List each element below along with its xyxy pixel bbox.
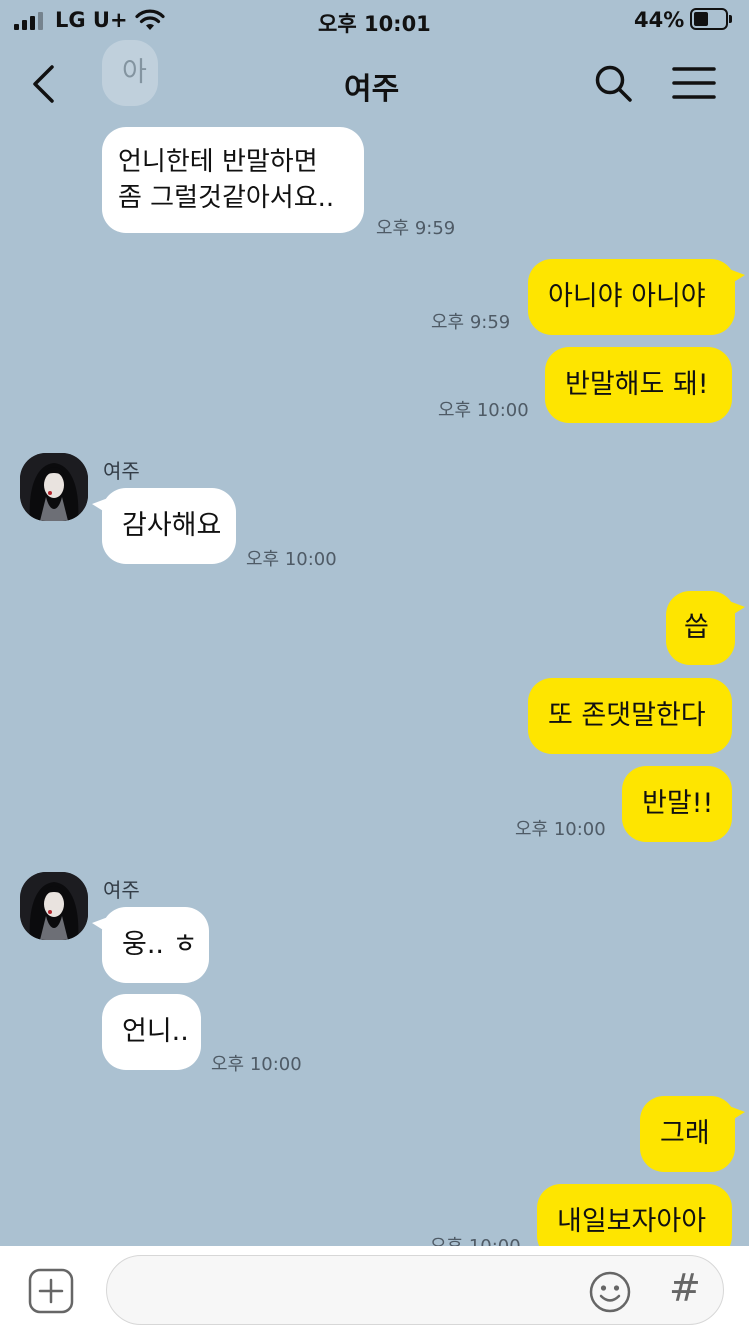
message-text: 언니한테 반말하면 좀 그럴것같아서요.. [118,147,335,213]
emoji-button[interactable] [588,1270,632,1314]
message-time: 오후 10:00 [211,1054,302,1075]
message-time: 오후 10:00 [438,400,529,421]
hashtag-button[interactable]: # [669,1266,701,1310]
message-text: 아 [122,57,147,88]
message-time: 오후 10:00 [246,549,337,570]
message-bubble-outgoing[interactable]: 씁 [666,591,745,665]
smiley-icon [589,1271,631,1313]
menu-icon[interactable] [672,66,716,100]
message-text: 반말!! [642,788,714,819]
chat-title: 여주 [344,72,400,107]
message-text: 아니야 아니야 [548,281,706,312]
battery-percent: 44% [634,8,685,32]
carrier-label: LG U+ [55,8,128,32]
clock: 오후 10:01 [318,12,431,36]
avatar[interactable] [20,453,88,521]
sender-name: 여주 [103,878,140,902]
message-time: 오후 9:59 [376,218,456,239]
plus-square-icon [28,1268,74,1314]
message-bubble-outgoing[interactable]: 반말!! [622,766,732,842]
message-bubble-incoming[interactable]: 웅.. ㅎ [92,907,209,983]
status-bar: LG U+ 오후 10:01 44% [0,0,749,42]
wifi-icon [135,9,165,30]
message-text: 그래 [660,1118,710,1149]
message-bubble-incoming[interactable]: 언니한테 반말하면 좀 그럴것같아서요.. [102,127,364,233]
message-text: 내일보자아아 [557,1206,707,1237]
message-bubble-outgoing[interactable]: 아니야 아니야 [528,259,745,335]
message-time: 오후 10:00 [515,819,606,840]
message-bubble-partial: 아 [102,40,158,106]
message-bubble-outgoing[interactable]: 그래 [640,1096,745,1172]
message-bubble-outgoing[interactable]: 반말해도 돼! [545,347,732,423]
message-bubble-incoming[interactable]: 언니.. [102,994,201,1070]
message-bubble-incoming[interactable]: 감사해요 [92,488,236,564]
back-icon[interactable] [28,64,58,104]
message-text: 또 존댓말한다 [548,700,706,731]
message-text: 씁 [684,612,709,643]
message-text: 웅.. ㅎ [122,929,198,960]
message-text: 감사해요 [122,510,222,541]
avatar[interactable] [20,872,88,940]
attach-button[interactable] [28,1268,74,1314]
search-icon[interactable] [594,64,634,104]
sender-name: 여주 [103,459,140,483]
message-time: 오후 9:59 [431,312,511,333]
battery-icon [690,8,734,32]
message-text: 반말해도 돼! [565,369,709,400]
message-bubble-outgoing[interactable]: 또 존댓말한다 [528,678,732,754]
message-text: 언니.. [122,1016,189,1047]
signal-icon [14,12,48,30]
